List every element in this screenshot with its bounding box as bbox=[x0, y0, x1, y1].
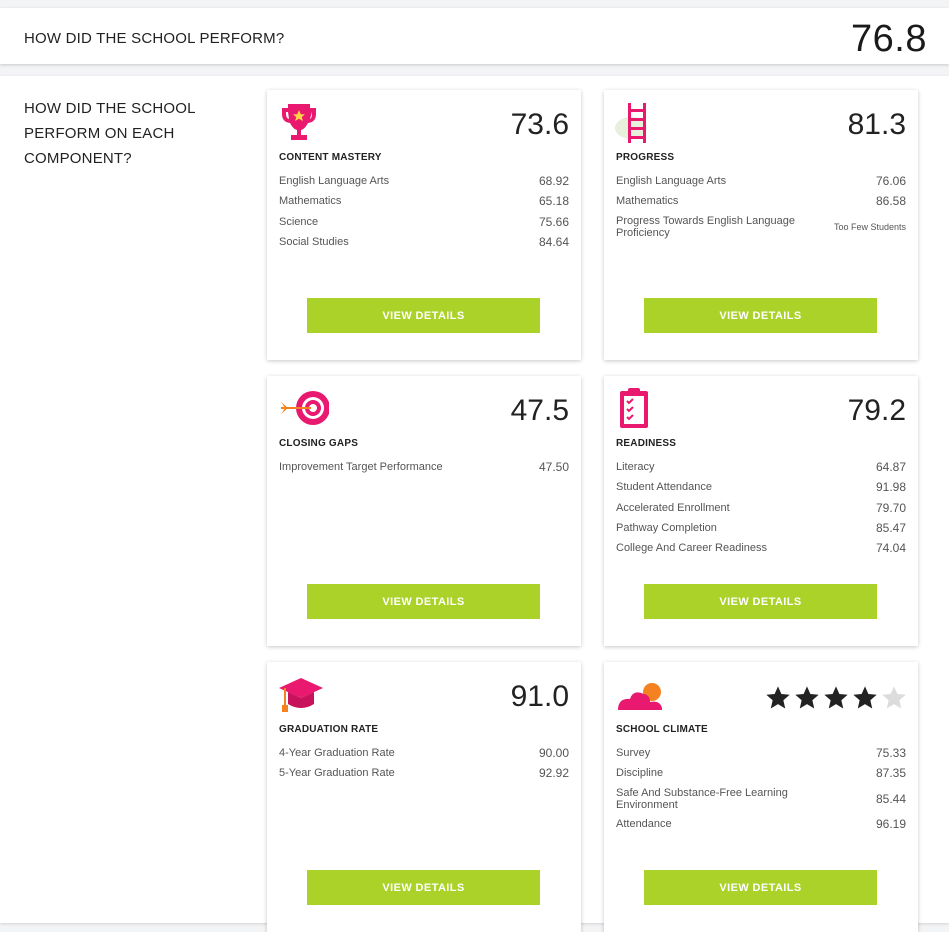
view-details-button[interactable]: VIEW DETAILS bbox=[307, 298, 540, 333]
view-details-button[interactable]: VIEW DETAILS bbox=[307, 584, 540, 619]
table-row: Accelerated Enrollment 79.70 bbox=[616, 500, 906, 515]
table-row: Improvement Target Performance 47.50 bbox=[279, 460, 569, 474]
graduation-rate-rows: 4-Year Graduation Rate 90.00 5-Year Gradu… bbox=[279, 746, 569, 787]
star-filled-icon bbox=[766, 686, 790, 709]
overall-question: HOW DID THE SCHOOL PERFORM? bbox=[24, 30, 285, 47]
card-school-climate: SCHOOL CLIMATE Survey 75.33 Discipline 87.… bbox=[604, 662, 918, 932]
card-graduation-rate: 91.0 GRADUATION RATE 4-Year Graduation R… bbox=[267, 662, 581, 932]
school-climate-rows: Survey 75.33 Discipline 87.35 Safe And Sub… bbox=[616, 746, 906, 837]
readiness-rows: Literacy 64.87 Student Attendance 91.98 Ac… bbox=[616, 460, 906, 561]
table-row: 5-Year Graduation Rate 92.92 bbox=[279, 766, 569, 781]
closing-gaps-title: CLOSING GAPS bbox=[279, 438, 359, 449]
card-closing-gaps: 47.5 CLOSING GAPS Improvement Target Per… bbox=[267, 376, 581, 646]
star-empty-icon bbox=[882, 686, 906, 709]
target-icon bbox=[277, 386, 330, 430]
progress-score: 81.3 bbox=[847, 108, 906, 141]
star-filled-icon bbox=[824, 686, 848, 709]
table-row: Mathematics 86.58 bbox=[616, 194, 906, 209]
trophy-icon bbox=[277, 100, 321, 144]
table-row: Safe And Substance-Free Learning Environ… bbox=[616, 786, 906, 811]
card-content-mastery: 73.6 CONTENT MASTERY English Language Ar… bbox=[267, 90, 581, 360]
card-readiness: 79.2 READINESS Literacy 64.87 Student Att… bbox=[604, 376, 918, 646]
table-row: Mathematics 65.18 bbox=[279, 194, 569, 209]
overall-score: 76.8 bbox=[851, 18, 927, 60]
readiness-score: 79.2 bbox=[847, 394, 906, 427]
table-row: Science 75.66 bbox=[279, 214, 569, 229]
closing-gaps-score: 47.5 bbox=[510, 394, 569, 427]
closing-gaps-rows: Improvement Target Performance 47.50 bbox=[279, 460, 569, 480]
star-filled-icon bbox=[853, 686, 877, 709]
table-row: Discipline 87.35 bbox=[616, 766, 906, 781]
components-question: HOW DID THE SCHOOL PERFORM ON EACH COMPO… bbox=[24, 100, 196, 167]
content-mastery-score: 73.6 bbox=[510, 108, 569, 141]
school-climate-star-rating bbox=[764, 684, 908, 712]
school-climate-title: SCHOOL CLIMATE bbox=[616, 724, 708, 735]
progress-title: PROGRESS bbox=[616, 152, 675, 163]
table-row: Survey 75.33 bbox=[616, 746, 906, 760]
progress-rows: English Language Arts 76.06 Mathematics 86… bbox=[616, 174, 906, 245]
table-row: Attendance 96.19 bbox=[616, 816, 906, 831]
clipboard-icon bbox=[614, 386, 658, 430]
table-row: 4-Year Graduation Rate 90.00 bbox=[279, 746, 569, 760]
table-row: College And Career Readiness 74.04 bbox=[616, 541, 906, 556]
table-row: Student Attendance 91.98 bbox=[616, 480, 906, 495]
table-row: Literacy 64.87 bbox=[616, 460, 906, 474]
card-progress: 81.3 PROGRESS English Language Arts 76.06… bbox=[604, 90, 918, 360]
ladder-icon bbox=[614, 100, 658, 144]
overall-score-bar: HOW DID THE SCHOOL PERFORM? 76.8 bbox=[0, 8, 949, 64]
view-details-button[interactable]: VIEW DETAILS bbox=[644, 584, 877, 619]
graduation-rate-score: 91.0 bbox=[510, 680, 569, 713]
view-details-button[interactable]: VIEW DETAILS bbox=[307, 870, 540, 905]
graduation-rate-title: GRADUATION RATE bbox=[279, 724, 379, 735]
table-row: Social Studies 84.64 bbox=[279, 234, 569, 249]
content-mastery-title: CONTENT MASTERY bbox=[279, 152, 382, 163]
table-row: Progress Towards English Language Profic… bbox=[616, 214, 906, 239]
table-row: English Language Arts 76.06 bbox=[616, 174, 906, 188]
readiness-title: READINESS bbox=[616, 438, 677, 449]
table-row: English Language Arts 68.92 bbox=[279, 174, 569, 188]
graduation-cap-icon bbox=[277, 672, 323, 716]
content-mastery-rows: English Language Arts 68.92 Mathematics 65… bbox=[279, 174, 569, 255]
view-details-button[interactable]: VIEW DETAILS bbox=[644, 298, 877, 333]
view-details-button[interactable]: VIEW DETAILS bbox=[644, 870, 877, 905]
table-row: Pathway Completion 85.47 bbox=[616, 520, 906, 535]
star-filled-icon bbox=[795, 686, 819, 709]
sunset-icon bbox=[614, 672, 662, 716]
